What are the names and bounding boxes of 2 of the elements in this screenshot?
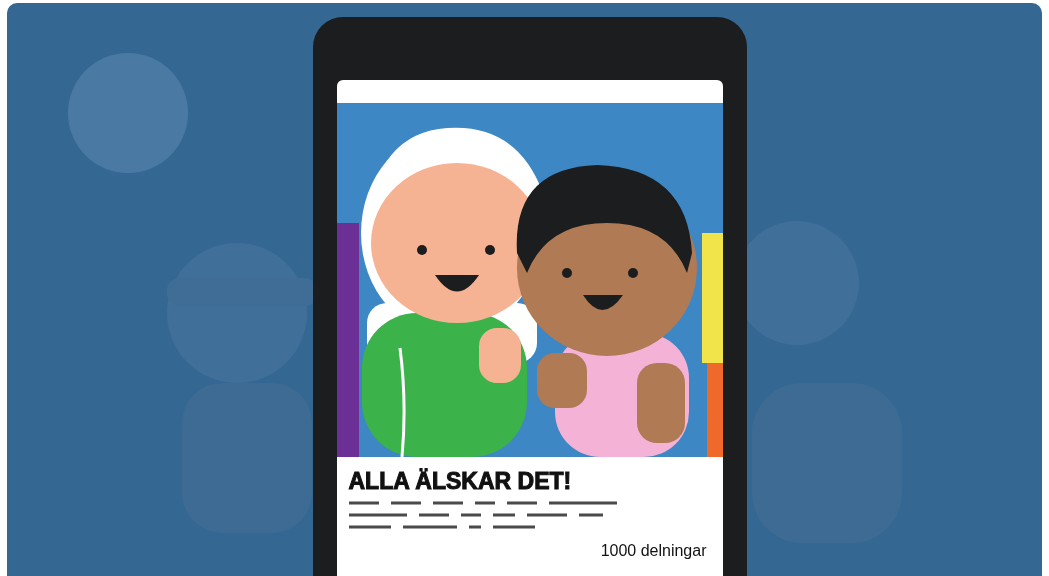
share-count: 1000 delningar [600, 541, 707, 561]
post-headline: ALLA ÄLSKAR DET! [348, 467, 573, 495]
